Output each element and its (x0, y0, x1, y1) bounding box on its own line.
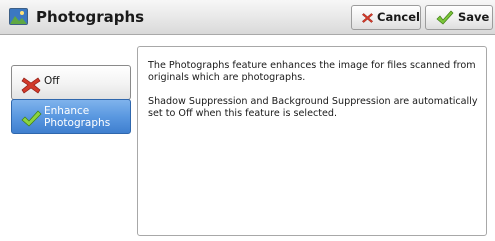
save-button[interactable]: Save (425, 5, 493, 30)
option-off-button[interactable]: Off (11, 65, 131, 100)
cancel-label: Cancel (377, 10, 420, 24)
red-x-icon (21, 77, 41, 94)
description-paragraph: The Photographs feature enhances the ima… (148, 60, 476, 83)
red-x-icon (361, 12, 374, 23)
title-bar: Photographs Cancel Save (0, 0, 495, 35)
option-off-label: Off (44, 75, 60, 87)
green-check-icon (21, 110, 42, 127)
save-label: Save (458, 10, 490, 24)
photo-icon (9, 8, 28, 25)
green-check-icon (436, 9, 454, 24)
photographs-dialog: Photographs Cancel Save Off Enhance Phot… (0, 0, 495, 241)
cancel-button[interactable]: Cancel (351, 5, 421, 30)
page-title: Photographs (36, 8, 145, 26)
option-enhance-photographs-button[interactable]: Enhance Photographs (11, 99, 131, 134)
description-panel: The Photographs feature enhances the ima… (137, 46, 487, 236)
option-enhance-photographs-label: Enhance Photographs (44, 105, 111, 129)
description-paragraph: Shadow Suppression and Background Suppre… (148, 96, 478, 119)
